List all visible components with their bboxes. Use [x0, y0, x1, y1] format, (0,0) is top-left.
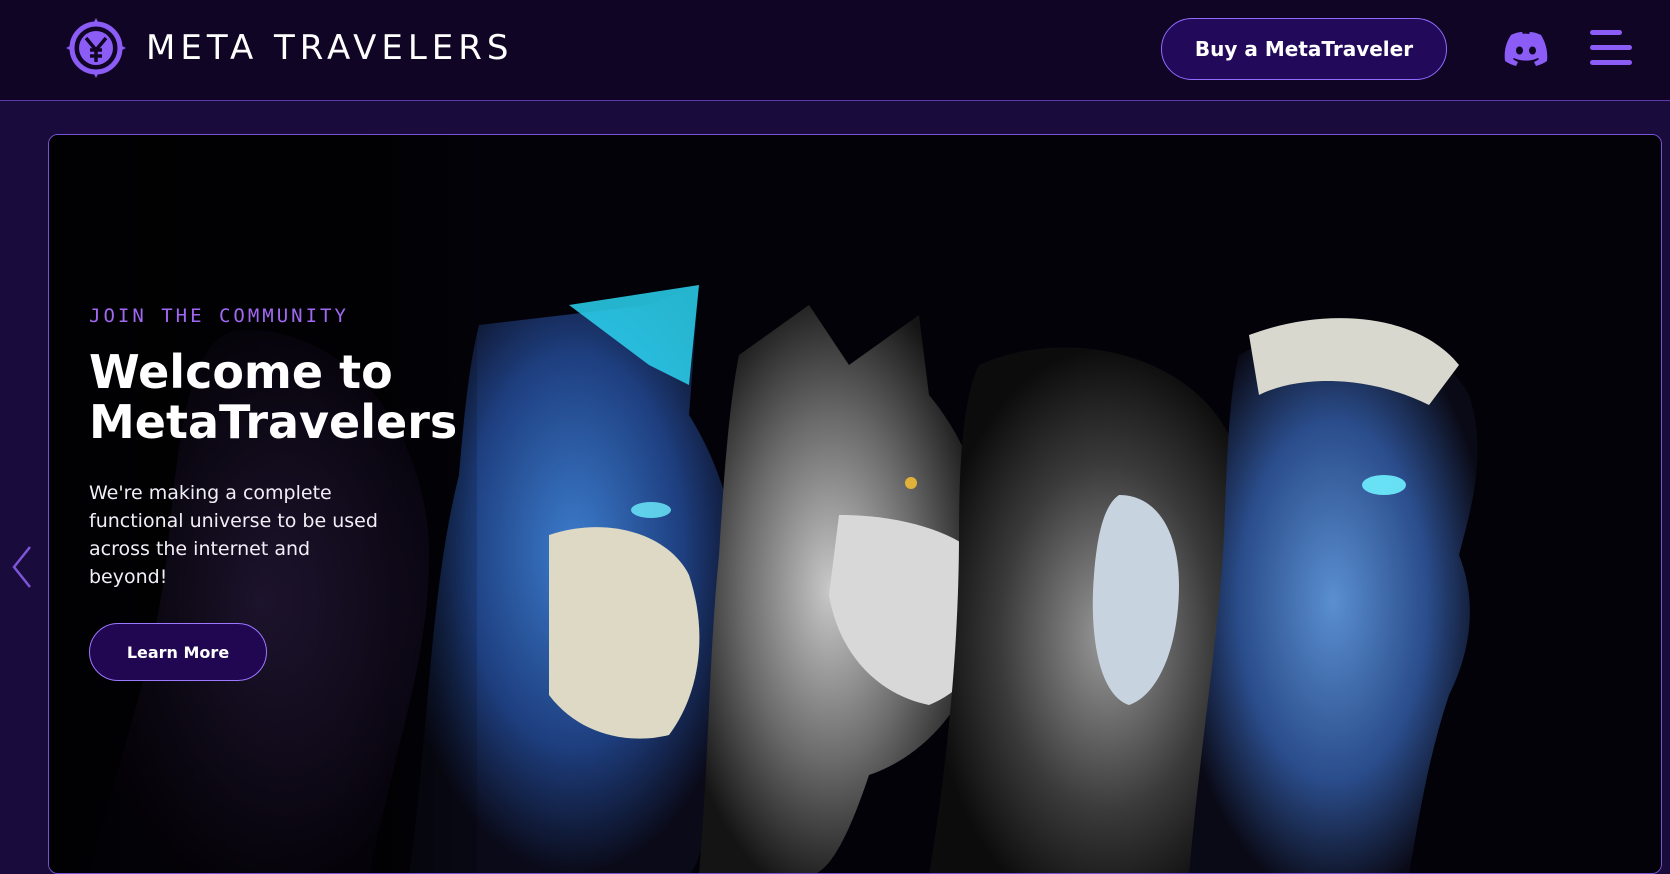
- metatravelers-logo-icon: [66, 18, 126, 78]
- brand-name: META TRAVELERS: [146, 28, 514, 68]
- learn-more-button[interactable]: Learn More: [89, 623, 267, 681]
- discord-icon[interactable]: [1504, 32, 1548, 66]
- hero-slide: JOIN THE COMMUNITY Welcome to MetaTravel…: [48, 134, 1662, 874]
- hero-title: Welcome to MetaTravelers: [89, 345, 458, 449]
- hero-eyebrow: JOIN THE COMMUNITY: [89, 305, 349, 327]
- buy-metatraveler-button[interactable]: Buy a MetaTraveler: [1161, 18, 1447, 80]
- menu-line: [1590, 45, 1632, 50]
- chevron-left-icon[interactable]: [10, 545, 34, 589]
- menu-line: [1590, 60, 1632, 65]
- menu-line: [1590, 30, 1622, 35]
- hero-description: We're making a complete functional unive…: [89, 482, 378, 588]
- hamburger-menu-icon[interactable]: [1590, 30, 1632, 66]
- hero-content: JOIN THE COMMUNITY Welcome to MetaTravel…: [89, 305, 509, 681]
- site-header: META TRAVELERS Buy a MetaTraveler: [0, 0, 1670, 101]
- brand-logo[interactable]: META TRAVELERS: [64, 16, 513, 80]
